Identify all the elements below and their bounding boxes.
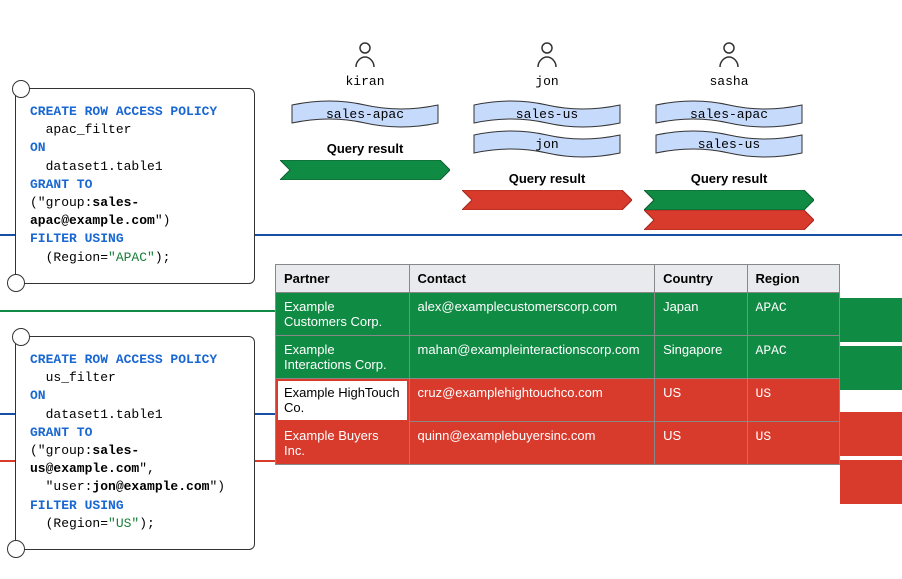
cell-partner: Example Customers Corp. bbox=[276, 293, 410, 336]
code-line: CREATE ROW ACCESS POLICY bbox=[30, 351, 242, 369]
flag-label: sales-us bbox=[472, 99, 622, 129]
ext-green-1 bbox=[840, 298, 902, 342]
user-kiran: kiran sales-apac Query result bbox=[280, 40, 450, 230]
flag-label: sales-apac bbox=[290, 99, 440, 129]
result-label: Query result bbox=[509, 171, 586, 186]
stripe-red bbox=[462, 190, 632, 210]
ext-red-2 bbox=[840, 460, 902, 504]
group-flags: sales-apac bbox=[290, 99, 440, 129]
group-flags: sales-apac sales-us bbox=[654, 99, 804, 159]
code-line: GRANT TO bbox=[30, 424, 242, 442]
data-table: Partner Contact Country Region Example C… bbox=[275, 264, 840, 465]
cell-partner: Example Buyers Inc. bbox=[276, 422, 410, 465]
cell-contact: cruz@examplehightouchco.com bbox=[409, 379, 655, 422]
code-line: ("group:sales-us@example.com", bbox=[30, 442, 242, 478]
result-stripes bbox=[462, 190, 632, 210]
stripe-red bbox=[644, 210, 814, 230]
code-line: us_filter bbox=[30, 369, 242, 387]
cell-partner: Example HighTouch Co. bbox=[276, 379, 410, 422]
code-line: GRANT TO bbox=[30, 176, 242, 194]
result-stripes bbox=[644, 190, 814, 230]
flag-jon: jon bbox=[472, 129, 622, 159]
code-line: "user:jon@example.com") bbox=[30, 478, 242, 496]
cell-country: US bbox=[655, 422, 747, 465]
code-line: ON bbox=[30, 139, 242, 157]
code-line: (Region="US"); bbox=[30, 515, 242, 533]
user-name: jon bbox=[535, 74, 558, 89]
flag-sales-apac: sales-apac bbox=[290, 99, 440, 129]
stripe-green bbox=[644, 190, 814, 210]
users-row: kiran sales-apac Query result jon sales-… bbox=[280, 40, 814, 230]
code-line: ("group:sales-apac@example.com") bbox=[30, 194, 242, 230]
result-stripes bbox=[280, 160, 450, 180]
table-header-row: Partner Contact Country Region bbox=[276, 265, 840, 293]
cell-region: US bbox=[747, 379, 839, 422]
code-line: FILTER USING bbox=[30, 230, 242, 248]
code-line: CREATE ROW ACCESS POLICY bbox=[30, 103, 242, 121]
cell-contact: mahan@exampleinteractionscorp.com bbox=[409, 336, 655, 379]
code-line: ON bbox=[30, 387, 242, 405]
flag-label: sales-apac bbox=[654, 99, 804, 129]
table-row: Example Customers Corp. alex@examplecust… bbox=[276, 293, 840, 336]
flag-sales-us: sales-us bbox=[654, 129, 804, 159]
cell-region: APAC bbox=[747, 293, 839, 336]
connector-green bbox=[0, 310, 275, 312]
cell-contact: alex@examplecustomerscorp.com bbox=[409, 293, 655, 336]
stripe-green bbox=[280, 160, 450, 180]
ext-green-2 bbox=[840, 346, 902, 390]
code-line: apac_filter bbox=[30, 121, 242, 139]
person-icon bbox=[717, 40, 741, 68]
scroll-curl-icon bbox=[12, 80, 30, 98]
table-row: Example Interactions Corp. mahan@example… bbox=[276, 336, 840, 379]
code-line: FILTER USING bbox=[30, 497, 242, 515]
scroll-curl-icon bbox=[7, 274, 25, 292]
user-name: sasha bbox=[709, 74, 748, 89]
table-row: Example HighTouch Co. cruz@examplehighto… bbox=[276, 379, 840, 422]
user-name: kiran bbox=[345, 74, 384, 89]
code-line: dataset1.table1 bbox=[30, 406, 242, 424]
cell-country: Singapore bbox=[655, 336, 747, 379]
code-line: dataset1.table1 bbox=[30, 158, 242, 176]
scroll-curl-icon bbox=[7, 540, 25, 558]
col-contact: Contact bbox=[409, 265, 655, 293]
result-label: Query result bbox=[327, 141, 404, 156]
policy-card-us: CREATE ROW ACCESS POLICY us_filter ON da… bbox=[15, 336, 255, 550]
col-partner: Partner bbox=[276, 265, 410, 293]
ext-red-1 bbox=[840, 412, 902, 456]
table-row: Example Buyers Inc. quinn@examplebuyersi… bbox=[276, 422, 840, 465]
group-flags: sales-us jon bbox=[472, 99, 622, 159]
person-icon bbox=[535, 40, 559, 68]
flag-label: sales-us bbox=[654, 129, 804, 159]
scroll-curl-icon bbox=[12, 328, 30, 346]
flag-sales-apac: sales-apac bbox=[654, 99, 804, 129]
result-label: Query result bbox=[691, 171, 768, 186]
col-country: Country bbox=[655, 265, 747, 293]
code-line: (Region="APAC"); bbox=[30, 249, 242, 267]
user-jon: jon sales-us jon Query result bbox=[462, 40, 632, 230]
col-region: Region bbox=[747, 265, 839, 293]
user-sasha: sasha sales-apac sales-us Query result bbox=[644, 40, 814, 230]
cell-country: Japan bbox=[655, 293, 747, 336]
cell-region: APAC bbox=[747, 336, 839, 379]
flag-label: jon bbox=[472, 129, 622, 159]
cell-country: US bbox=[655, 379, 747, 422]
cell-partner: Example Interactions Corp. bbox=[276, 336, 410, 379]
policy-card-apac: CREATE ROW ACCESS POLICY apac_filter ON … bbox=[15, 88, 255, 284]
cell-region: US bbox=[747, 422, 839, 465]
person-icon bbox=[353, 40, 377, 68]
cell-contact: quinn@examplebuyersinc.com bbox=[409, 422, 655, 465]
flag-sales-us: sales-us bbox=[472, 99, 622, 129]
